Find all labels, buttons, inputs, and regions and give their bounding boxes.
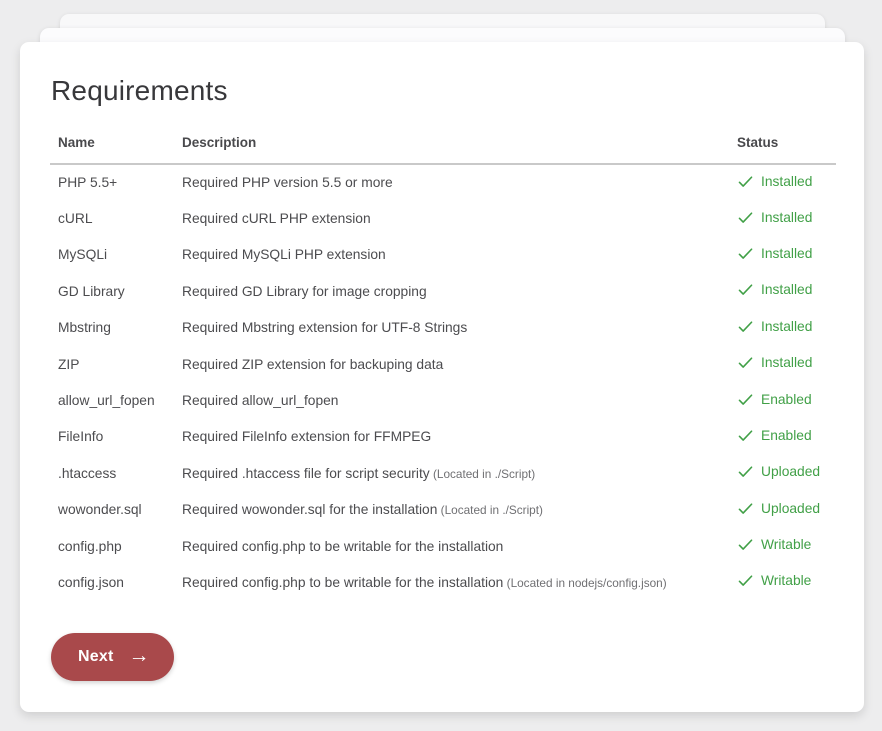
check-icon: [737, 245, 754, 262]
requirement-status: Enabled: [737, 419, 836, 455]
requirement-status: Installed: [737, 237, 836, 273]
table-row: GD LibraryRequired GD Library for image …: [50, 273, 836, 309]
page-background: { "title": "Requirements", "table": { "c…: [0, 0, 882, 731]
requirement-description: Required allow_url_fopen: [182, 382, 737, 418]
requirement-description: Required cURL PHP extension: [182, 200, 737, 236]
table-row: cURLRequired cURL PHP extension Installed: [50, 200, 836, 236]
requirement-name: allow_url_fopen: [50, 382, 182, 418]
requirement-location-note: (Located in ./Script): [437, 503, 543, 517]
status-label: Writable: [761, 537, 811, 552]
status-label: Installed: [761, 282, 812, 297]
requirement-status: Installed: [737, 200, 836, 236]
requirement-description: Required GD Library for image cropping: [182, 273, 737, 309]
requirement-description: Required PHP version 5.5 or more: [182, 164, 737, 200]
status-label: Writable: [761, 573, 811, 588]
requirement-location-note: (Located in ./Script): [430, 467, 536, 481]
check-icon: [737, 391, 754, 408]
requirement-status: Installed: [737, 164, 836, 200]
requirement-name: wowonder.sql: [50, 492, 182, 528]
requirement-location-note: (Located in nodejs/config.json): [503, 576, 666, 590]
arrow-right-icon: →: [128, 645, 149, 666]
requirement-name: Mbstring: [50, 310, 182, 346]
check-icon: [737, 209, 754, 226]
table-row: config.jsonRequired config.php to be wri…: [50, 564, 836, 600]
requirement-status: Uploaded: [737, 455, 836, 491]
requirement-name: config.json: [50, 564, 182, 600]
requirement-status: Installed: [737, 346, 836, 382]
requirement-description: Required ZIP extension for backuping dat…: [182, 346, 737, 382]
column-header-name: Name: [50, 135, 182, 164]
status-label: Uploaded: [761, 501, 820, 516]
check-icon: [737, 500, 754, 517]
status-label: Enabled: [761, 428, 812, 443]
column-header-status: Status: [737, 135, 836, 164]
requirements-table-body: PHP 5.5+Required PHP version 5.5 or more…: [50, 164, 836, 601]
requirement-name: FileInfo: [50, 419, 182, 455]
requirement-status: Uploaded: [737, 492, 836, 528]
table-row: MbstringRequired Mbstring extension for …: [50, 310, 836, 346]
table-row: FileInfoRequired FileInfo extension for …: [50, 419, 836, 455]
page-title: Requirements: [51, 75, 836, 107]
requirement-status: Installed: [737, 310, 836, 346]
check-icon: [737, 463, 754, 480]
requirement-description: Required wowonder.sql for the installati…: [182, 492, 737, 528]
status-label: Installed: [761, 210, 812, 225]
status-label: Uploaded: [761, 464, 820, 479]
check-icon: [737, 354, 754, 371]
requirement-name: ZIP: [50, 346, 182, 382]
requirement-status: Writable: [737, 564, 836, 600]
check-icon: [737, 318, 754, 335]
table-row: PHP 5.5+Required PHP version 5.5 or more…: [50, 164, 836, 200]
table-row: ZIPRequired ZIP extension for backuping …: [50, 346, 836, 382]
requirement-name: cURL: [50, 200, 182, 236]
requirement-name: MySQLi: [50, 237, 182, 273]
status-label: Installed: [761, 319, 812, 334]
check-icon: [737, 536, 754, 553]
status-label: Installed: [761, 246, 812, 261]
status-label: Enabled: [761, 392, 812, 407]
requirement-description: Required config.php to be writable for t…: [182, 564, 737, 600]
column-header-description: Description: [182, 135, 737, 164]
table-row: allow_url_fopenRequired allow_url_fopen E…: [50, 382, 836, 418]
table-header: Name Description Status: [50, 135, 836, 164]
requirement-description: Required config.php to be writable for t…: [182, 528, 737, 564]
next-button-label: Next: [78, 648, 113, 666]
status-label: Installed: [761, 174, 812, 189]
requirement-name: config.php: [50, 528, 182, 564]
status-label: Installed: [761, 355, 812, 370]
table-row: config.phpRequired config.php to be writ…: [50, 528, 836, 564]
requirement-description: Required .htaccess file for script secur…: [182, 455, 737, 491]
requirement-status: Installed: [737, 273, 836, 309]
requirement-status: Writable: [737, 528, 836, 564]
table-row: .htaccessRequired .htaccess file for scr…: [50, 455, 836, 491]
requirement-description: Required FileInfo extension for FFMPEG: [182, 419, 737, 455]
check-icon: [737, 173, 754, 190]
requirement-description: Required Mbstring extension for UTF-8 St…: [182, 310, 737, 346]
requirement-name: PHP 5.5+: [50, 164, 182, 200]
check-icon: [737, 427, 754, 444]
check-icon: [737, 281, 754, 298]
requirement-description: Required MySQLi PHP extension: [182, 237, 737, 273]
requirement-name: .htaccess: [50, 455, 182, 491]
table-row: MySQLiRequired MySQLi PHP extension Insta…: [50, 237, 836, 273]
check-icon: [737, 572, 754, 589]
requirement-name: GD Library: [50, 273, 182, 309]
next-button[interactable]: Next →: [51, 633, 174, 681]
requirements-card: Requirements Name Description Status PHP…: [20, 42, 864, 712]
table-row: wowonder.sqlRequired wowonder.sql for th…: [50, 492, 836, 528]
requirements-table: Name Description Status PHP 5.5+Required…: [50, 135, 836, 601]
requirement-status: Enabled: [737, 382, 836, 418]
